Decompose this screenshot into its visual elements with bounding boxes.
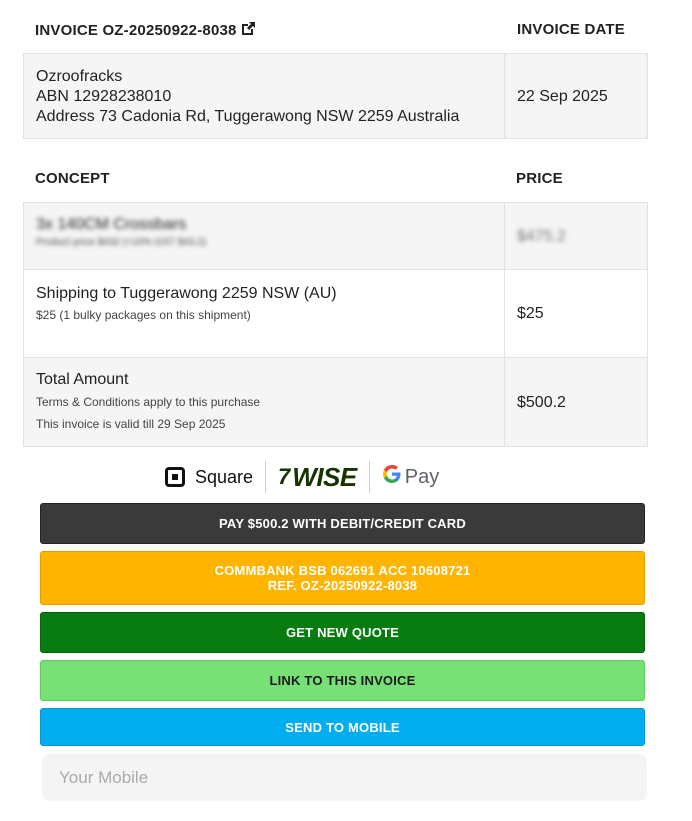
shipping-price: $25 (517, 305, 544, 322)
commbank-button[interactable]: COMMBANK BSB 062691 ACC 10608721 REF. OZ… (40, 551, 645, 605)
validity-text: This invoice is valid till 29 Sep 2025 (36, 417, 226, 431)
terms-text: Terms & Conditions apply to this purchas… (36, 395, 261, 409)
commbank-account-label: COMMBANK BSB 062691 ACC 10608721 (214, 563, 471, 578)
external-link-icon[interactable] (237, 22, 256, 39)
square-logo: Square (165, 467, 253, 488)
invoice-date: 22 Sep 2025 (517, 88, 608, 105)
total-title: Total Amount (36, 371, 129, 388)
pay-card-label: PAY $500.2 WITH DEBIT/CREDIT CARD (219, 516, 466, 531)
table-row: 3x 140CM Crossbars Product price $432 (+… (23, 202, 648, 270)
send-mobile-label: SEND TO MOBILE (285, 719, 400, 735)
invoice-page: INVOICE OZ-20250922-8038 INVOICE DATE Oz… (0, 0, 692, 821)
company-address: Address 73 Cadonia Rd, Tuggerawong NSW 2… (36, 108, 460, 125)
send-to-mobile-button[interactable]: SEND TO MOBILE (40, 708, 645, 746)
invoice-date-header: INVOICE DATE (517, 21, 625, 38)
invoice-title-text: INVOICE OZ-20250922-8038 (35, 22, 237, 39)
company-name: Ozroofracks (36, 68, 123, 85)
square-icon (165, 467, 185, 487)
get-new-quote-button[interactable]: GET NEW QUOTE (40, 612, 645, 653)
link-invoice-button[interactable]: LINK TO THIS INVOICE (40, 660, 645, 701)
total-price: $500.2 (517, 394, 566, 411)
payment-logos: Square 7 WISE Pay (165, 458, 439, 496)
price-header: PRICE (516, 170, 563, 187)
total-details: Total Amount Terms & Conditions apply to… (36, 370, 260, 432)
commbank-ref-label: REF. OZ-20250922-8038 (267, 578, 418, 593)
item-detail: Product price $432 (+10% GST $43.2) (36, 237, 207, 248)
shipping-title: Shipping to Tuggerawong 2259 NSW (AU) (36, 285, 337, 302)
wise-flag-icon: 7 (278, 464, 291, 489)
shipping-details: Shipping to Tuggerawong 2259 NSW (AU) $2… (36, 284, 337, 323)
total-row: Total Amount Terms & Conditions apply to… (23, 357, 648, 447)
link-invoice-label: LINK TO THIS INVOICE (269, 673, 416, 688)
concept-header: CONCEPT (35, 170, 110, 187)
company-abn: ABN 12928238010 (36, 88, 172, 105)
item-title: 3x 140CM Crossbars (36, 216, 187, 233)
gpay-logo: Pay (382, 464, 439, 490)
invoice-info-row: Ozroofracks ABN 12928238010 Address 73 C… (23, 53, 648, 139)
pay-card-button[interactable]: PAY $500.2 WITH DEBIT/CREDIT CARD (40, 503, 645, 544)
item-blurred: 3x 140CM Crossbars Product price $432 (+… (36, 215, 206, 251)
new-quote-label: GET NEW QUOTE (285, 625, 400, 640)
wise-logo: 7 WISE (278, 461, 357, 492)
invoice-title: INVOICE OZ-20250922-8038 (35, 21, 256, 39)
company-details: Ozroofracks ABN 12928238010 Address 73 C… (36, 67, 459, 127)
table-row: Shipping to Tuggerawong 2259 NSW (AU) $2… (23, 269, 648, 358)
item-price: $475.2 (517, 228, 566, 245)
google-g-icon (382, 464, 402, 490)
mobile-input[interactable] (42, 754, 647, 801)
shipping-detail: $25 (1 bulky packages on this shipment) (36, 308, 251, 322)
